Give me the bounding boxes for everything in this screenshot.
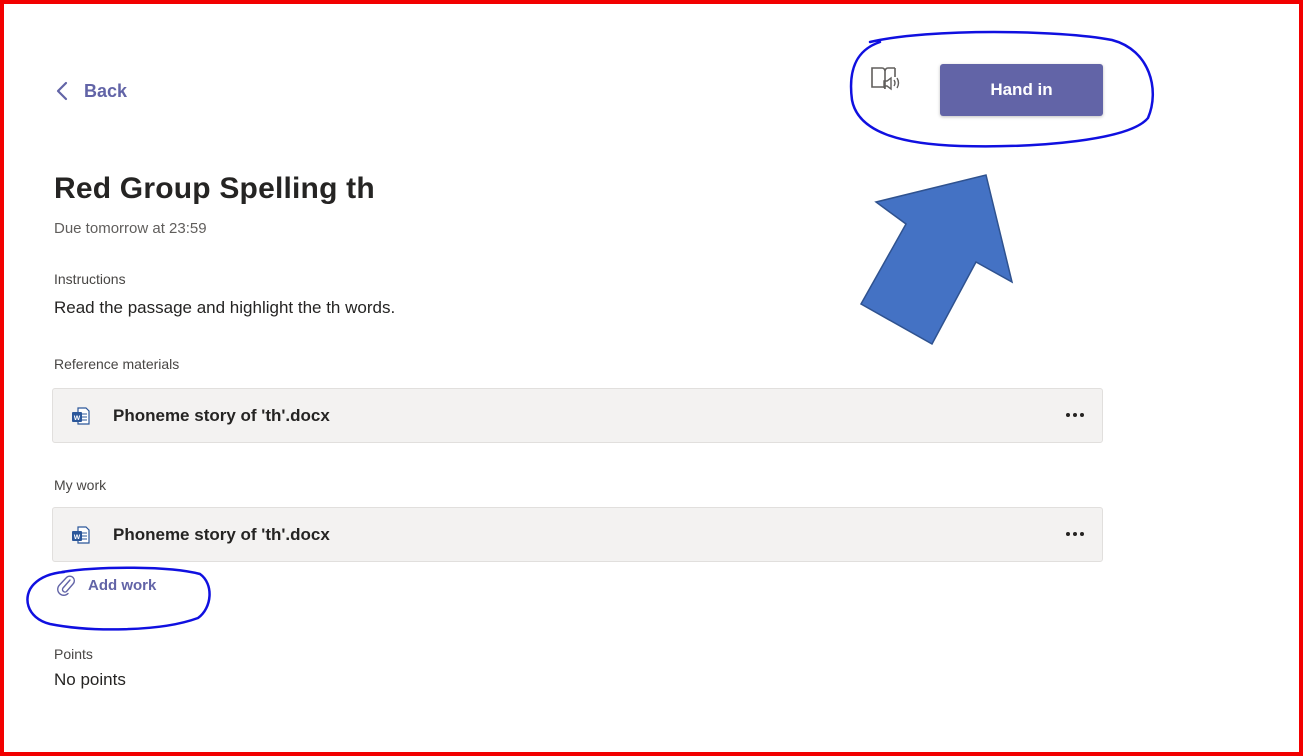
word-doc-icon: w <box>72 525 90 544</box>
svg-text:w: w <box>73 413 81 422</box>
points-heading: Points <box>54 646 93 662</box>
points-value: No points <box>54 670 126 689</box>
immersive-reader-icon <box>871 67 900 91</box>
screenshot-frame <box>0 0 1303 756</box>
more-dot-icon <box>1080 532 1084 536</box>
more-options-button[interactable] <box>1062 403 1088 427</box>
back-button[interactable]: Back <box>54 80 127 102</box>
word-doc-icon: w <box>72 406 90 425</box>
reference-file-card[interactable]: w Phoneme story of 'th'.docx <box>52 388 1103 443</box>
more-dot-icon <box>1066 532 1070 536</box>
reference-file-name: Phoneme story of 'th'.docx <box>113 405 330 425</box>
hand-in-button[interactable]: Hand in <box>940 64 1103 116</box>
instructions-heading: Instructions <box>54 271 126 287</box>
add-work-label: Add work <box>88 576 157 594</box>
more-dot-icon <box>1073 532 1077 536</box>
instructions-text: Read the passage and highlight the th wo… <box>54 298 396 317</box>
more-dot-icon <box>1073 413 1077 417</box>
more-dot-icon <box>1066 413 1070 417</box>
more-options-button[interactable] <box>1062 522 1088 546</box>
paperclip-icon <box>57 575 76 596</box>
immersive-reader-button[interactable] <box>868 63 904 97</box>
svg-text:w: w <box>73 532 81 541</box>
my-work-heading: My work <box>54 477 107 493</box>
more-dot-icon <box>1080 413 1084 417</box>
due-date: Due tomorrow at 23:59 <box>54 220 207 237</box>
page-title: Red Group Spelling th <box>54 172 375 205</box>
back-label: Back <box>84 80 128 101</box>
reference-materials-heading: Reference materials <box>54 356 180 372</box>
add-work-button[interactable]: Add work <box>56 574 156 596</box>
my-work-file-card[interactable]: w Phoneme story of 'th'.docx <box>52 507 1103 562</box>
my-work-file-name: Phoneme story of 'th'.docx <box>113 524 330 544</box>
chevron-left-icon <box>56 81 68 101</box>
